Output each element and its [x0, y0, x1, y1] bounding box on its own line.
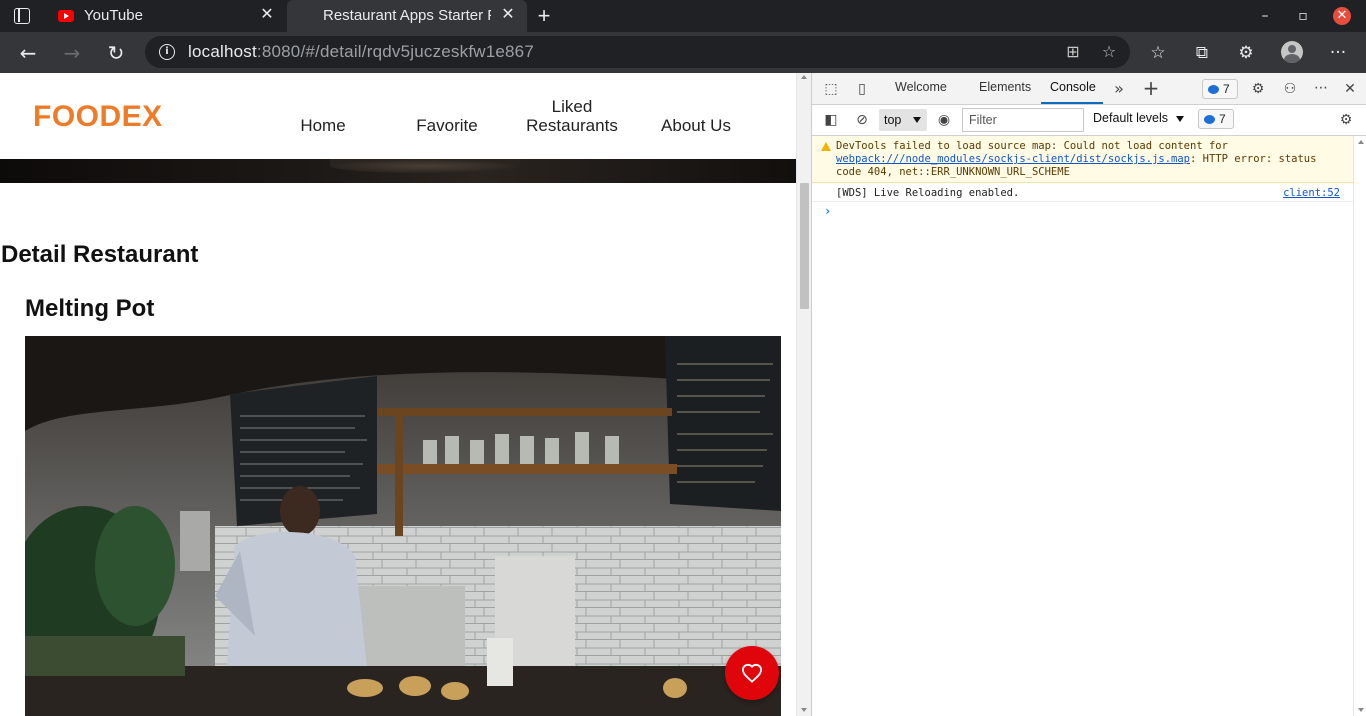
- scroll-up-icon[interactable]: [1358, 140, 1364, 144]
- source-location-link[interactable]: client:52: [1283, 187, 1340, 199]
- nav-liked-restaurants[interactable]: Liked Restaurants: [521, 97, 623, 135]
- scroll-up-icon[interactable]: [801, 75, 807, 79]
- nav-about-us[interactable]: About Us: [652, 116, 740, 135]
- tab-welcome[interactable]: Welcome: [895, 80, 947, 94]
- minimize-icon[interactable]: –: [1256, 7, 1274, 25]
- console-prompt[interactable]: ›: [824, 204, 831, 218]
- tab-actions-icon[interactable]: [14, 8, 30, 24]
- console-scrollbar[interactable]: [1353, 136, 1366, 716]
- issues-icon: [1204, 115, 1215, 124]
- live-expression-icon[interactable]: ◉: [935, 111, 953, 129]
- close-tab-icon[interactable]: ✕: [258, 6, 276, 24]
- tab-elements[interactable]: Elements: [979, 80, 1031, 94]
- issues-badge[interactable]: 7: [1202, 79, 1238, 99]
- tab-console[interactable]: Console: [1050, 80, 1096, 94]
- filter-input[interactable]: Filter: [962, 108, 1084, 132]
- more-tabs-icon[interactable]: »: [1110, 80, 1128, 98]
- tab-title: YouTube: [84, 7, 143, 24]
- app-available-icon[interactable]: ⊞: [1063, 42, 1083, 62]
- new-tab-button[interactable]: +: [534, 4, 554, 28]
- caret-down-icon: [1176, 115, 1185, 122]
- extensions-icon[interactable]: ⚙: [1235, 42, 1257, 64]
- url-text[interactable]: localhost:8080/#/detail/rqdv5juczeskfw1e…: [188, 42, 534, 62]
- more-options-icon[interactable]: ⋯: [1312, 79, 1330, 97]
- like-button[interactable]: [725, 646, 779, 700]
- profile-icon[interactable]: [1281, 41, 1303, 63]
- more-icon[interactable]: ···: [1327, 42, 1349, 64]
- connect-icon[interactable]: ⚇: [1281, 80, 1299, 98]
- console-settings-icon[interactable]: ⚙: [1337, 111, 1355, 129]
- hero-image: [0, 159, 796, 183]
- site-info-icon[interactable]: i: [159, 44, 175, 60]
- tab-strip: YouTube ✕ Restaurant Apps Starter P ✕ + …: [0, 0, 1366, 32]
- source-map-link[interactable]: webpack:///node_modules/sockjs-client/di…: [836, 153, 1190, 165]
- page-scrollbar[interactable]: [796, 73, 811, 716]
- console-output: DevTools failed to load source map: Coul…: [812, 136, 1353, 716]
- scroll-thumb[interactable]: [800, 183, 809, 309]
- page-viewport: FOODEX Home Favorite Liked Restaurants Ab…: [0, 73, 811, 716]
- log-levels-select[interactable]: Default levels: [1093, 111, 1185, 125]
- restaurant-name: Melting Pot: [25, 295, 155, 322]
- favorites-icon[interactable]: ☆: [1147, 42, 1169, 64]
- scroll-down-icon[interactable]: [1358, 708, 1364, 712]
- warning-text: DevTools failed to load source map: Coul…: [836, 140, 1323, 178]
- tab-restaurant-apps[interactable]: Restaurant Apps Starter P ✕: [287, 0, 527, 32]
- active-tab-indicator: [1041, 102, 1103, 104]
- caret-down-icon: [913, 117, 921, 123]
- youtube-icon: [58, 10, 74, 22]
- console-message-info: [WDS] Live Reloading enabled. client:52: [812, 183, 1353, 202]
- console-message-warning: DevTools failed to load source map: Coul…: [812, 136, 1353, 183]
- address-bar[interactable]: i localhost:8080/#/detail/rqdv5juczeskfw…: [145, 36, 1130, 68]
- forward-icon[interactable]: →: [60, 41, 84, 65]
- restaurant-image: [25, 336, 781, 716]
- sidebar-toggle-icon[interactable]: ◧: [822, 111, 840, 129]
- settings-icon[interactable]: ⚙: [1249, 80, 1267, 98]
- maximize-icon[interactable]: ▫: [1294, 7, 1312, 25]
- scroll-down-icon[interactable]: [801, 708, 807, 712]
- devtools-panel: ⬚ ▯ Welcome Elements Console » + 7 ⚙ ⚇ ⋯…: [811, 73, 1366, 716]
- inspect-element-icon[interactable]: ⬚: [822, 80, 840, 98]
- add-favorite-icon[interactable]: ☆: [1099, 42, 1119, 62]
- tab-title: Restaurant Apps Starter P: [323, 7, 491, 24]
- back-icon[interactable]: ←: [16, 41, 40, 65]
- page-title: Detail Restaurant: [1, 241, 199, 268]
- console-toolbar: ◧ ⊘ top ◉ Filter Default levels 7 ⚙: [812, 105, 1366, 136]
- refresh-icon[interactable]: ↻: [104, 41, 128, 65]
- device-emulation-icon[interactable]: ▯: [853, 80, 871, 98]
- foodex-logo[interactable]: FOODEX: [33, 100, 163, 134]
- context-select[interactable]: top: [879, 109, 927, 131]
- warning-icon: [821, 142, 831, 151]
- close-tab-icon[interactable]: ✕: [499, 6, 517, 24]
- devtools-tabbar: ⬚ ▯ Welcome Elements Console » + 7 ⚙ ⚇ ⋯…: [812, 73, 1366, 105]
- browser-toolbar: ← → ↻ i localhost:8080/#/detail/rqdv5juc…: [0, 32, 1366, 73]
- filter-issues-badge[interactable]: 7: [1198, 109, 1234, 129]
- nav-favorite[interactable]: Favorite: [407, 116, 487, 135]
- heart-icon: [741, 663, 763, 683]
- issues-icon: [1208, 85, 1219, 94]
- close-devtools-icon[interactable]: ✕: [1341, 80, 1359, 98]
- add-tab-icon[interactable]: +: [1142, 78, 1160, 98]
- nav-home[interactable]: Home: [283, 116, 363, 135]
- collections-icon[interactable]: ⧉: [1191, 42, 1213, 64]
- clear-console-icon[interactable]: ⊘: [853, 111, 871, 129]
- window-close-icon[interactable]: ✕: [1333, 7, 1351, 25]
- info-text: [WDS] Live Reloading enabled.: [836, 187, 1020, 199]
- app-header: FOODEX Home Favorite Liked Restaurants Ab…: [0, 73, 796, 159]
- tab-youtube[interactable]: YouTube ✕: [46, 0, 286, 32]
